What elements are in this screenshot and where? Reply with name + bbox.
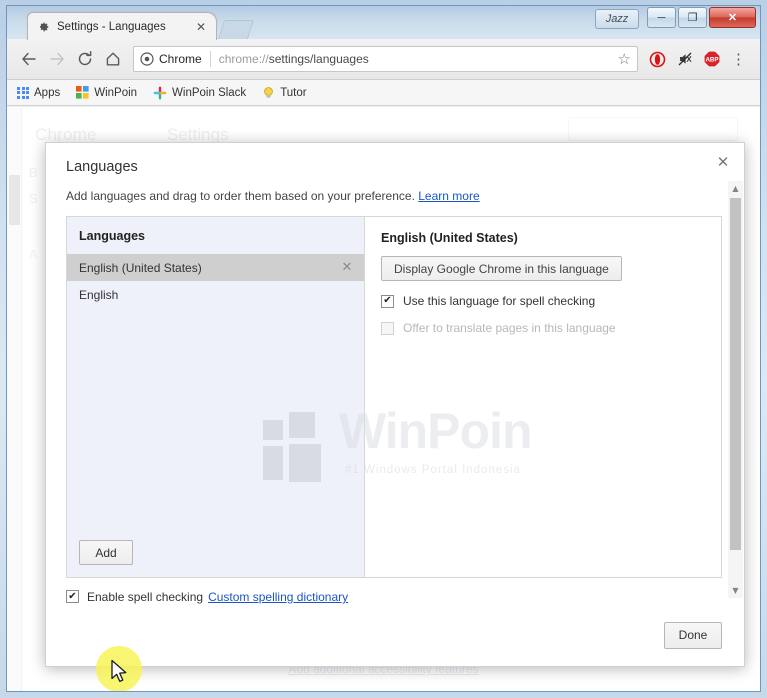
dialog-description: Add languages and drag to order them bas… <box>46 175 744 203</box>
bookmark-apps[interactable]: Apps <box>17 86 61 99</box>
remove-language-icon[interactable]: ✕ <box>340 260 354 275</box>
new-tab-button[interactable] <box>217 20 255 39</box>
back-button[interactable] <box>15 45 43 73</box>
offer-translate-row: Offer to translate pages in this languag… <box>381 321 705 335</box>
learn-more-link[interactable]: Learn more <box>418 189 479 203</box>
lightbulb-icon <box>264 87 274 98</box>
svg-text:ABP: ABP <box>705 57 718 64</box>
add-language-button[interactable]: Add <box>79 540 133 565</box>
window-controls: ─ ❐ ✕ <box>645 7 756 28</box>
chrome-shield-icon <box>140 52 154 66</box>
url-path: settings/languages <box>268 52 369 66</box>
bookmark-label: WinPoin Slack <box>172 86 247 99</box>
bookmark-winpoin-slack[interactable]: WinPoin Slack <box>153 86 246 100</box>
languages-list-footer: Add <box>67 540 364 577</box>
offer-translate-label: Offer to translate pages in this languag… <box>403 321 616 335</box>
home-button[interactable] <box>99 45 127 73</box>
slack-icon <box>153 86 167 99</box>
bookmark-tutor[interactable]: Tutor <box>262 86 307 99</box>
scroll-down-arrow-icon[interactable]: ▼ <box>728 583 743 598</box>
forward-button <box>43 45 71 73</box>
bookmark-winpoin[interactable]: WinPoin <box>76 86 137 99</box>
languages-dialog: ✕ Languages Add languages and drag to or… <box>45 142 745 667</box>
site-info-icon[interactable] <box>140 52 154 66</box>
adblock-octagon-glyph: ABP <box>704 51 719 67</box>
forward-arrow-icon <box>50 52 64 66</box>
site-chip-label: Chrome <box>159 52 202 66</box>
bookmark-label: Tutor <box>280 86 307 99</box>
language-row-english[interactable]: English <box>67 281 364 308</box>
spell-check-language-checkbox[interactable]: ✔ <box>381 294 394 308</box>
dialog-title: Languages <box>66 159 138 175</box>
url-scheme: chrome:// <box>218 52 269 66</box>
title-bar: Settings - Languages ✕ Jazz ─ ❐ ✕ <box>7 6 760 40</box>
browser-tab[interactable]: Settings - Languages ✕ <box>27 12 217 40</box>
back-arrow-icon <box>22 52 36 66</box>
enable-spell-checking-label: Enable spell checking <box>87 590 204 604</box>
omnibox-separator <box>209 51 211 67</box>
scroll-up-arrow-icon[interactable]: ▲ <box>728 181 743 196</box>
dialog-scrollbar[interactable]: ▲ ▼ <box>728 181 743 598</box>
bookmarks-bar: Apps WinPoin WinPoin Slack Tutor <box>7 80 760 106</box>
extension-icons: ABP ⋮ <box>644 45 752 73</box>
language-label: English (United States) <box>79 260 202 275</box>
language-row-english-united-states[interactable]: English (United States) ✕ <box>67 254 364 281</box>
language-detail-pane: English (United States) Display Google C… <box>365 217 721 577</box>
dialog-actions: Done <box>46 604 744 666</box>
maximize-button[interactable]: ❐ <box>678 7 707 28</box>
address-bar[interactable]: Chrome chrome://settings/languages ☆ <box>133 46 638 72</box>
display-chrome-in-language-button[interactable]: Display Google Chrome in this language <box>381 256 622 281</box>
bookmark-label: WinPoin <box>94 86 138 99</box>
spell-check-language-label: Use this language for spell checking <box>403 294 596 308</box>
opera-icon[interactable] <box>644 45 671 73</box>
bookmark-star-icon[interactable]: ☆ <box>618 50 631 68</box>
spell-check-language-row[interactable]: ✔ Use this language for spell checking <box>381 294 705 308</box>
minimize-button[interactable]: ─ <box>647 7 676 28</box>
window-close-button[interactable]: ✕ <box>709 7 756 28</box>
display-language-row: Display Google Chrome in this language <box>381 256 705 281</box>
reload-icon <box>78 51 92 66</box>
enable-spell-checking-checkbox[interactable]: ✔ <box>66 590 79 603</box>
reload-button[interactable] <box>71 45 99 73</box>
url-text: chrome://settings/languages <box>219 52 618 66</box>
profile-button[interactable]: Jazz <box>595 9 639 29</box>
tab-close-icon[interactable]: ✕ <box>194 20 208 34</box>
settings-page: Chrome Settings B S A Add additional acc… <box>7 107 760 691</box>
tab-title: Settings - Languages <box>57 20 166 33</box>
offer-translate-checkbox <box>381 321 394 335</box>
browser-menu-button[interactable]: ⋮ <box>725 45 752 73</box>
languages-list-header: Languages <box>79 229 145 243</box>
language-label: English <box>79 287 119 302</box>
browser-window: Settings - Languages ✕ Jazz ─ ❐ ✕ Chrome… <box>0 0 767 698</box>
dialog-scroll-thumb[interactable] <box>730 198 741 550</box>
custom-spelling-dictionary-link[interactable]: Custom spelling dictionary <box>208 590 348 604</box>
mute-tab-icon[interactable] <box>671 45 698 73</box>
home-icon <box>106 52 120 66</box>
browser-toolbar: Chrome chrome://settings/languages ☆ ABP… <box>7 39 760 80</box>
dialog-description-text: Add languages and drag to order them bas… <box>66 189 415 203</box>
detail-language-title: English (United States) <box>381 231 518 245</box>
dialog-close-icon[interactable]: ✕ <box>712 151 734 173</box>
window-inner: Settings - Languages ✕ Jazz ─ ❐ ✕ Chrome… <box>6 5 761 692</box>
opera-glyph <box>649 51 666 67</box>
muted-speaker-glyph <box>678 52 691 66</box>
done-button[interactable]: Done <box>664 621 722 649</box>
languages-list: English (United States) ✕ English <box>67 254 364 540</box>
languages-list-pane: Languages English (United States) ✕ Engl… <box>67 217 365 577</box>
gear-icon <box>39 22 49 31</box>
enable-spell-checking-row[interactable]: ✔ Enable spell checking Custom spelling … <box>66 590 744 604</box>
bookmark-label: Apps <box>34 86 61 99</box>
apps-grid-icon <box>17 86 29 99</box>
dialog-body: Languages English (United States) ✕ Engl… <box>66 216 722 578</box>
adblock-plus-icon[interactable]: ABP <box>698 45 725 73</box>
winpoin-icon <box>76 86 89 99</box>
